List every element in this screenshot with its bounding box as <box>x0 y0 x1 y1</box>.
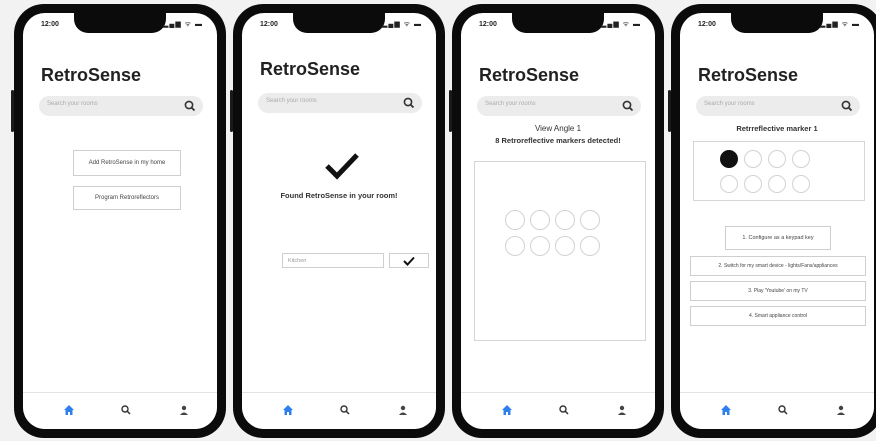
marker-title: Retrreflective marker 1 <box>736 124 818 133</box>
home-icon[interactable] <box>63 404 75 416</box>
marker-circle[interactable] <box>744 175 762 193</box>
notch <box>731 13 823 33</box>
marker-circle <box>530 236 550 256</box>
status-time: 12:00 <box>698 21 716 28</box>
app-title: RetroSense <box>260 59 361 79</box>
program-retroreflectors-button[interactable]: Program Retroreflectors <box>73 186 181 210</box>
phone-screen-1: 12:00 ▂▄▆ ᯤ ▬ RetroSense Search your roo… <box>11 4 226 438</box>
app-title: RetroSense <box>698 65 799 85</box>
checkmark-icon <box>325 153 359 180</box>
status-icons: ▂▄▆ ᯤ ▬ <box>381 21 422 28</box>
markers-detected-message: 8 Retroreflective markers detected! <box>495 136 621 145</box>
search-bar[interactable]: Search your rooms <box>696 96 860 116</box>
option-keypad-key-button[interactable]: 1. Configure as a keypad key <box>725 226 831 250</box>
home-icon[interactable] <box>720 404 732 416</box>
option-smart-switch-button[interactable]: 2. Switch for my smart device - lights/F… <box>690 256 866 276</box>
bottom-nav <box>23 392 217 429</box>
user-icon[interactable] <box>397 404 409 416</box>
phone-screen-2: 12:00 ▂▄▆ ᯤ ▬ RetroSense Search your roo… <box>230 4 445 438</box>
user-icon[interactable] <box>178 404 190 416</box>
search-icon[interactable] <box>558 404 570 416</box>
marker-circle <box>555 236 575 256</box>
home-icon[interactable] <box>501 404 513 416</box>
search-bar[interactable]: Search your rooms <box>39 96 203 116</box>
phone-screen-4: 12:00 ▂▄▆ ᯤ ▬ RetroSense Search your roo… <box>668 4 876 438</box>
search-icon[interactable] <box>339 404 351 416</box>
notch <box>74 13 166 33</box>
screen-found: 12:00 ▂▄▆ ᯤ ▬ RetroSense Search your roo… <box>242 13 436 429</box>
option-youtube-tv-button[interactable]: 3. Play 'Youtube' on my TV <box>690 281 866 301</box>
user-icon[interactable] <box>616 404 628 416</box>
search-icon[interactable] <box>183 99 197 113</box>
search-icon[interactable] <box>402 96 416 110</box>
camera-view <box>474 161 646 341</box>
marker-circle[interactable] <box>768 175 786 193</box>
search-placeholder: Search your rooms <box>704 101 755 107</box>
marker-circle <box>555 210 575 230</box>
marker-circle-selected[interactable] <box>720 150 738 168</box>
marker-circle[interactable] <box>768 150 786 168</box>
search-placeholder: Search your rooms <box>266 98 317 104</box>
status-icons: ▂▄▆ ᯤ ▬ <box>819 21 860 28</box>
bottom-nav <box>242 392 436 429</box>
marker-grid <box>693 141 865 201</box>
status-icons: ▂▄▆ ᯤ ▬ <box>600 21 641 28</box>
app-title: RetroSense <box>479 65 580 85</box>
marker-circle <box>530 210 550 230</box>
room-name-value: Kitchen <box>288 257 307 264</box>
marker-circle[interactable] <box>720 175 738 193</box>
status-icons: ▂▄▆ ᯤ ▬ <box>162 21 203 28</box>
search-icon[interactable] <box>840 99 854 113</box>
add-retrosense-button[interactable]: Add RetroSense in my home <box>73 150 181 176</box>
phone-screen-3: 12:00 ▂▄▆ ᯤ ▬ RetroSense Search your roo… <box>449 4 664 438</box>
screen-home: 12:00 ▂▄▆ ᯤ ▬ RetroSense Search your roo… <box>23 13 217 429</box>
view-angle-label: View Angle 1 <box>534 124 582 133</box>
marker-circle[interactable] <box>792 150 810 168</box>
home-icon[interactable] <box>282 404 294 416</box>
screen-view-angle: 12:00 ▂▄▆ ᯤ ▬ RetroSense Search your roo… <box>461 13 655 429</box>
check-icon <box>403 256 415 266</box>
app-title: RetroSense <box>41 65 142 85</box>
search-icon[interactable] <box>777 404 789 416</box>
status-time: 12:00 <box>41 21 59 28</box>
marker-circle <box>580 210 600 230</box>
search-placeholder: Search your rooms <box>47 101 98 107</box>
marker-circle <box>505 210 525 230</box>
search-bar[interactable]: Search your rooms <box>477 96 641 116</box>
bottom-nav <box>680 392 874 429</box>
user-icon[interactable] <box>835 404 847 416</box>
marker-circle <box>505 236 525 256</box>
search-icon[interactable] <box>120 404 132 416</box>
confirm-room-button[interactable] <box>389 253 429 268</box>
search-icon[interactable] <box>621 99 635 113</box>
bottom-nav <box>461 392 655 429</box>
room-name-input[interactable]: Kitchen <box>282 253 384 268</box>
notch <box>512 13 604 33</box>
search-placeholder: Search your rooms <box>485 101 536 107</box>
notch <box>293 13 385 33</box>
marker-circle[interactable] <box>792 175 810 193</box>
marker-circle[interactable] <box>744 150 762 168</box>
found-message: Found RetroSense in your room! <box>280 191 398 200</box>
screen-marker-config: 12:00 ▂▄▆ ᯤ ▬ RetroSense Search your roo… <box>680 13 874 429</box>
option-appliance-control-button[interactable]: 4. Smart appliance control <box>690 306 866 326</box>
search-bar[interactable]: Search your rooms <box>258 93 422 113</box>
marker-circle <box>580 236 600 256</box>
status-time: 12:00 <box>479 21 497 28</box>
status-time: 12:00 <box>260 21 278 28</box>
